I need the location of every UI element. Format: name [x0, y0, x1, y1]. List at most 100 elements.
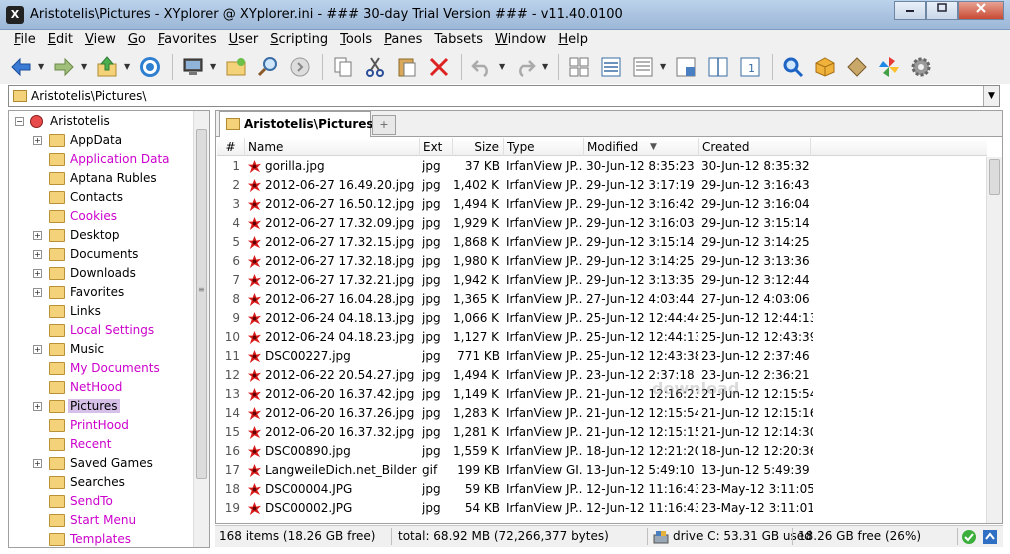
go-button[interactable] — [285, 53, 315, 81]
redo-button[interactable] — [510, 53, 540, 81]
tree-item-downloads[interactable]: + Downloads — [9, 264, 193, 283]
cut-button[interactable] — [360, 53, 390, 81]
table-row[interactable]: 4 2012-06-27 17.32.09.jpg jpg 1,929 KB Irfan… — [217, 214, 987, 233]
tree-item-cookies[interactable]: Cookies — [9, 207, 193, 226]
column-number[interactable]: # — [217, 138, 245, 156]
expand-icon[interactable]: + — [33, 269, 42, 278]
table-row[interactable]: 10 2012-06-24 04.18.23.jpg jpg 1,127 KB Irfa… — [217, 328, 987, 347]
tab-pictures[interactable]: Aristotelis\Pictures — [219, 111, 374, 137]
delete-button[interactable] — [424, 53, 454, 81]
table-row[interactable]: 16 DSC00890.jpg jpg 1,559 KB IrfanView JP...… — [217, 442, 987, 461]
table-row[interactable]: 13 2012-06-20 16.37.42.jpg jpg 1,149 KB Irfa… — [217, 385, 987, 404]
expand-icon[interactable]: + — [33, 345, 42, 354]
tree-item-templates[interactable]: Templates — [9, 530, 193, 547]
table-row[interactable]: 17 LangweileDich.net_Bilderp... gif 199 KB I… — [217, 461, 987, 480]
menu-scripting[interactable]: Scripting — [264, 30, 334, 49]
back-dropdown-icon[interactable]: ▼ — [38, 62, 46, 71]
tree-item-links[interactable]: Links — [9, 302, 193, 321]
single-pane-button[interactable]: 1 — [735, 53, 765, 81]
target-button[interactable] — [135, 53, 165, 81]
table-row[interactable]: 2 2012-06-27 16.49.20.jpg jpg 1,402 KB Irfan… — [217, 176, 987, 195]
collapse-icon[interactable]: − — [15, 117, 24, 126]
computer-button[interactable] — [178, 53, 208, 81]
table-row[interactable]: 8 2012-06-27 16.04.28.jpg jpg 1,365 KB Irfan… — [217, 290, 987, 309]
tree-scrollbar-thumb[interactable] — [196, 129, 207, 479]
forward-button[interactable] — [49, 53, 79, 81]
tree-item-aptana-rubles[interactable]: Aptana Rubles — [9, 169, 193, 188]
maximize-button[interactable] — [926, 1, 958, 20]
undo-dropdown-icon[interactable]: ▼ — [499, 62, 507, 71]
forward-dropdown-icon[interactable]: ▼ — [81, 62, 89, 71]
copy-button[interactable] — [328, 53, 358, 81]
new-folder-button[interactable] — [221, 53, 251, 81]
table-row[interactable]: 1 gorilla.jpg jpg 37 KB IrfanView JP... 30-Ju… — [217, 157, 987, 176]
menu-tabsets[interactable]: Tabsets — [428, 30, 489, 49]
menu-file[interactable]: File — [8, 30, 42, 49]
expand-icon[interactable]: + — [33, 288, 42, 297]
table-row[interactable]: 9 2012-06-24 04.18.13.jpg jpg 1,066 KB Irfan… — [217, 309, 987, 328]
menu-panes[interactable]: Panes — [378, 30, 428, 49]
view-dropdown-icon[interactable]: ▼ — [660, 62, 668, 71]
box-button[interactable] — [810, 53, 840, 81]
file-list-scrollbar[interactable] — [986, 157, 1002, 523]
scroll-up-icon[interactable] — [982, 529, 998, 545]
view-thumbnails-button[interactable] — [564, 53, 594, 81]
find-files-button[interactable] — [253, 53, 283, 81]
preview-pane-button[interactable] — [671, 53, 701, 81]
expand-icon[interactable]: + — [33, 231, 42, 240]
expand-icon[interactable]: + — [33, 250, 42, 259]
menu-view[interactable]: View — [79, 30, 122, 49]
file-list-scrollbar-thumb[interactable] — [989, 159, 1000, 195]
column-size[interactable]: Size — [453, 138, 504, 156]
up-dropdown-icon[interactable]: ▼ — [124, 62, 132, 71]
view-details-button[interactable] — [596, 53, 626, 81]
tree-scrollbar[interactable] — [193, 111, 209, 547]
table-row[interactable]: 6 2012-06-27 17.32.18.jpg jpg 1,980 KB Irfan… — [217, 252, 987, 271]
tree-item-printhood[interactable]: PrintHood — [9, 416, 193, 435]
table-row[interactable]: 3 2012-06-27 16.50.12.jpg jpg 1,494 KB Irfan… — [217, 195, 987, 214]
tree-item-application-data[interactable]: Application Data — [9, 150, 193, 169]
table-row[interactable]: 19 DSC00002.JPG jpg 54 KB IrfanView JP... 12-… — [217, 499, 987, 518]
tag-button[interactable] — [842, 53, 872, 81]
paste-button[interactable] — [392, 53, 422, 81]
tree-item-local-settings[interactable]: Local Settings — [9, 321, 193, 340]
close-button[interactable] — [958, 1, 1004, 20]
menu-user[interactable]: User — [223, 30, 265, 49]
folder-tree[interactable]: − Aristotelis + AppData Application Data Apta… — [8, 110, 210, 548]
tree-item-contacts[interactable]: Contacts — [9, 188, 193, 207]
menu-favorites[interactable]: Favorites — [152, 30, 223, 49]
menu-tools[interactable]: Tools — [334, 30, 378, 49]
view-list-button[interactable] — [628, 53, 658, 81]
expand-icon[interactable]: + — [33, 136, 42, 145]
redo-dropdown-icon[interactable]: ▼ — [542, 62, 550, 71]
tree-item-sendto[interactable]: SendTo — [9, 492, 193, 511]
column-ext[interactable]: Ext — [420, 138, 453, 156]
menu-help[interactable]: Help — [552, 30, 594, 49]
address-bar[interactable]: Aristotelis\Pictures\ ▼ — [8, 85, 1000, 107]
minimize-button[interactable] — [894, 1, 926, 20]
table-row[interactable]: 14 2012-06-20 16.37.26.jpg jpg 1,283 KB Irfa… — [217, 404, 987, 423]
tree-item-searches[interactable]: Searches — [9, 473, 193, 492]
tree-item-start-menu[interactable]: Start Menu — [9, 511, 193, 530]
configuration-button[interactable] — [906, 53, 936, 81]
table-row[interactable]: 15 2012-06-20 16.37.32.jpg jpg 1,281 KB Irfa… — [217, 423, 987, 442]
new-tab-button[interactable]: + — [372, 115, 396, 135]
table-row[interactable]: 18 DSC00004.JPG jpg 59 KB IrfanView JP... 12-… — [217, 480, 987, 499]
tree-item-saved-games[interactable]: + Saved Games — [9, 454, 193, 473]
tree-item-aristotelis[interactable]: − Aristotelis — [9, 112, 193, 131]
tree-item-pictures[interactable]: + Pictures — [9, 397, 193, 416]
tree-item-my-documents[interactable]: My Documents — [9, 359, 193, 378]
dual-pane-button[interactable] — [703, 53, 733, 81]
undo-button[interactable] — [467, 53, 497, 81]
table-row[interactable]: 12 2012-06-22 20.54.27.jpg jpg 1,494 KB Irfa… — [217, 366, 987, 385]
tree-item-desktop[interactable]: + Desktop — [9, 226, 193, 245]
up-button[interactable] — [92, 53, 122, 81]
search-button[interactable] — [778, 53, 808, 81]
tree-item-documents[interactable]: + Documents — [9, 245, 193, 264]
tree-item-appdata[interactable]: + AppData — [9, 131, 193, 150]
table-row[interactable]: 11 DSC00227.jpg jpg 771 KB IrfanView JP... 25… — [217, 347, 987, 366]
column-type[interactable]: Type — [504, 138, 584, 156]
expand-icon[interactable]: + — [33, 402, 42, 411]
check-ok-icon[interactable] — [961, 529, 977, 545]
address-path[interactable]: Aristotelis\Pictures\ — [31, 89, 146, 103]
